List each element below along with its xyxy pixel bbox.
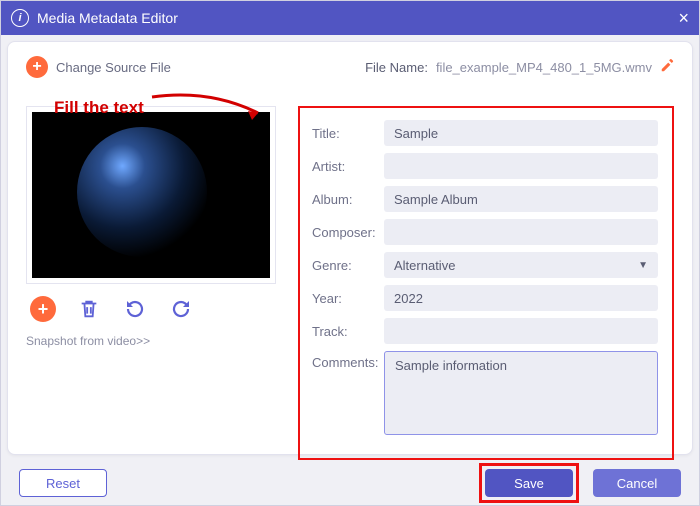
- plus-icon: +: [26, 56, 48, 78]
- info-icon: i: [11, 9, 29, 27]
- reset-button[interactable]: Reset: [19, 469, 107, 497]
- comments-label: Comments:: [312, 351, 384, 370]
- year-input[interactable]: [384, 285, 658, 311]
- composer-label: Composer:: [312, 225, 384, 240]
- genre-select[interactable]: Alternative ▼: [384, 252, 658, 278]
- track-input[interactable]: [384, 318, 658, 344]
- comments-input[interactable]: [384, 351, 658, 435]
- track-label: Track:: [312, 324, 384, 339]
- preview-column: + Snapshot from video>>: [26, 106, 276, 460]
- titlebar: i Media Metadata Editor ×: [1, 1, 699, 35]
- file-name-value: file_example_MP4_480_1_5MG.wmv: [436, 60, 652, 75]
- arrow-icon: [150, 89, 270, 129]
- file-name-label: File Name:: [365, 60, 428, 75]
- genre-value: Alternative: [394, 258, 455, 273]
- artist-label: Artist:: [312, 159, 384, 174]
- thumbnail-frame: [26, 106, 276, 284]
- add-thumbnail-button[interactable]: +: [30, 296, 56, 322]
- annotation-hint-text: Fill the text: [54, 98, 144, 118]
- genre-label: Genre:: [312, 258, 384, 273]
- change-source-button[interactable]: + Change Source File: [26, 56, 171, 78]
- title-input[interactable]: [384, 120, 658, 146]
- cancel-button[interactable]: Cancel: [593, 469, 681, 497]
- album-label: Album:: [312, 192, 384, 207]
- title-label: Title:: [312, 126, 384, 141]
- snapshot-link[interactable]: Snapshot from video>>: [26, 334, 276, 348]
- delete-thumbnail-button[interactable]: [76, 296, 102, 322]
- close-icon[interactable]: ×: [659, 8, 689, 29]
- year-label: Year:: [312, 291, 384, 306]
- metadata-form: Title: Artist: Album: Composer: Genre:: [298, 106, 674, 460]
- artist-input[interactable]: [384, 153, 658, 179]
- video-thumbnail: [32, 112, 270, 278]
- header-row: + Change Source File File Name: file_exa…: [26, 56, 674, 78]
- rotate-cw-button[interactable]: [168, 296, 194, 322]
- change-source-label: Change Source File: [56, 60, 171, 75]
- footer: Reset Save Cancel: [1, 461, 699, 505]
- rotate-ccw-button[interactable]: [122, 296, 148, 322]
- save-button[interactable]: Save: [485, 469, 573, 497]
- metadata-editor-window: i Media Metadata Editor × + Change Sourc…: [0, 0, 700, 506]
- window-title: Media Metadata Editor: [37, 10, 659, 26]
- chevron-down-icon: ▼: [638, 260, 648, 271]
- album-input[interactable]: [384, 186, 658, 212]
- annotation-hint: Fill the text: [54, 87, 270, 129]
- content-panel: + Change Source File File Name: file_exa…: [7, 41, 693, 455]
- save-highlight: Save: [479, 463, 579, 503]
- file-name-display: File Name: file_example_MP4_480_1_5MG.wm…: [365, 59, 674, 76]
- edit-filename-icon[interactable]: [660, 59, 674, 76]
- thumbnail-tools: +: [26, 296, 276, 322]
- composer-input[interactable]: [384, 219, 658, 245]
